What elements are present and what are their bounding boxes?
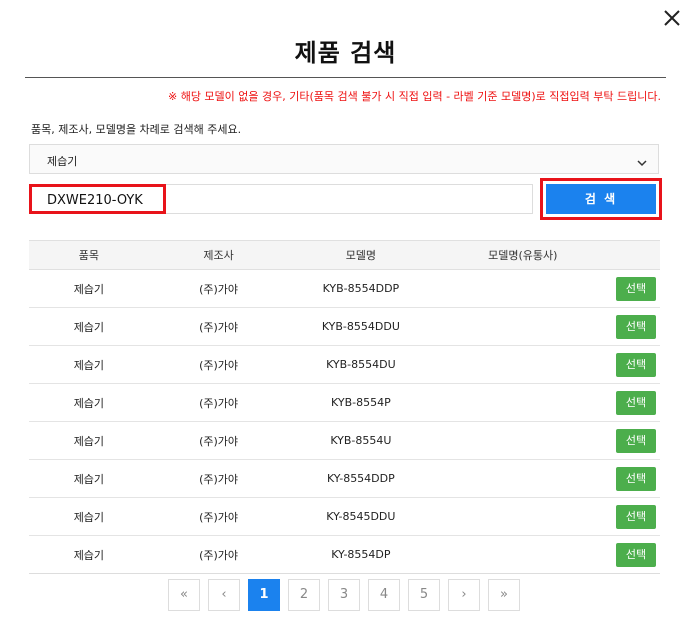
header-dist-model: 모델명(유통사): [433, 240, 613, 270]
prev-page-button[interactable]: ‹: [208, 579, 240, 611]
select-button[interactable]: 선택: [616, 390, 657, 415]
select-button[interactable]: 선택: [616, 466, 657, 491]
cell-maker: (주)가야: [148, 307, 289, 346]
table-row: 제습기 (주)가야 KYB-8554DDU 선택: [29, 307, 660, 346]
category-select[interactable]: 제습기: [29, 144, 659, 174]
select-button[interactable]: 선택: [616, 276, 657, 301]
table-header-row: 품목 제조사 모델명 모델명(유통사): [29, 240, 660, 270]
model-search-input[interactable]: DXWE210-OYK: [29, 184, 533, 214]
cell-dist-model: [433, 345, 613, 384]
table-row: 제습기 (주)가야 KY-8545DDU 선택: [29, 497, 660, 536]
table-row: 제습기 (주)가야 KYB-8554DDP 선택: [29, 269, 660, 308]
cell-maker: (주)가야: [148, 459, 289, 498]
cell-dist-model: [433, 307, 613, 346]
cell-model: KY-8545DDU: [288, 497, 434, 536]
page-button-5[interactable]: 5: [408, 579, 440, 611]
chevron-down-icon: [636, 154, 648, 167]
cell-item: 제습기: [29, 269, 149, 308]
select-button[interactable]: 선택: [616, 542, 657, 567]
cell-item: 제습기: [29, 535, 149, 574]
cell-item: 제습기: [29, 459, 149, 498]
cell-model: KY-8554DDP: [288, 459, 434, 498]
cell-model: KYB-8554DDP: [288, 269, 434, 308]
cell-maker: (주)가야: [148, 535, 289, 574]
cell-model: KY-8554DP: [288, 535, 434, 574]
next-page-button[interactable]: ›: [448, 579, 480, 611]
select-button[interactable]: 선택: [616, 504, 657, 529]
header-model: 모델명: [288, 240, 434, 270]
cell-maker: (주)가야: [148, 421, 289, 460]
table-row: 제습기 (주)가야 KY-8554DP 선택: [29, 535, 660, 574]
cell-model: KYB-8554P: [288, 383, 434, 422]
cell-item: 제습기: [29, 497, 149, 536]
model-search-value: DXWE210-OYK: [47, 193, 143, 208]
page-button-3[interactable]: 3: [328, 579, 360, 611]
cell-item: 제습기: [29, 383, 149, 422]
cell-maker: (주)가야: [148, 269, 289, 308]
results-table: 품목 제조사 모델명 모델명(유통사) 제습기 (주)가야 KYB-8554DD…: [29, 240, 660, 574]
cell-maker: (주)가야: [148, 383, 289, 422]
table-row: 제습기 (주)가야 KY-8554DDP 선택: [29, 459, 660, 498]
cell-maker: (주)가야: [148, 345, 289, 384]
dialog-title: 제품 검색: [294, 39, 397, 67]
table-row: 제습기 (주)가야 KYB-8554P 선택: [29, 383, 660, 422]
header-item: 품목: [29, 240, 149, 270]
page-button-4[interactable]: 4: [368, 579, 400, 611]
select-button[interactable]: 선택: [616, 352, 657, 377]
header-maker: 제조사: [148, 240, 289, 270]
cell-item: 제습기: [29, 345, 149, 384]
search-button[interactable]: 검 색: [546, 184, 656, 214]
select-button[interactable]: 선택: [616, 314, 657, 339]
cell-dist-model: [433, 383, 613, 422]
page-button-1[interactable]: 1: [248, 579, 280, 611]
last-page-button[interactable]: »: [488, 579, 520, 611]
table-row: 제습기 (주)가야 KYB-8554U 선택: [29, 421, 660, 460]
cell-model: KYB-8554DU: [288, 345, 434, 384]
cell-dist-model: [433, 497, 613, 536]
cell-dist-model: [433, 269, 613, 308]
first-page-button[interactable]: «: [168, 579, 200, 611]
table-row: 제습기 (주)가야 KYB-8554DU 선택: [29, 345, 660, 384]
cell-dist-model: [433, 535, 613, 574]
cell-model: KYB-8554U: [288, 421, 434, 460]
select-button[interactable]: 선택: [616, 428, 657, 453]
cell-dist-model: [433, 421, 613, 460]
close-icon[interactable]: [660, 6, 684, 30]
notice-text: ※ 해당 모델이 없을 경우, 기타(품목 검색 불가 시 직접 입력 - 라벨…: [167, 90, 661, 103]
page-button-2[interactable]: 2: [288, 579, 320, 611]
cell-item: 제습기: [29, 307, 149, 346]
cell-item: 제습기: [29, 421, 149, 460]
header-action: [612, 240, 660, 270]
cell-dist-model: [433, 459, 613, 498]
cell-maker: (주)가야: [148, 497, 289, 536]
title-divider: [25, 77, 666, 78]
guide-text: 품목, 제조사, 모델명을 차례로 검색해 주세요.: [31, 123, 242, 136]
cell-model: KYB-8554DDU: [288, 307, 434, 346]
category-select-value: 제습기: [47, 155, 78, 168]
search-button-highlight-box: 검 색: [540, 178, 662, 220]
